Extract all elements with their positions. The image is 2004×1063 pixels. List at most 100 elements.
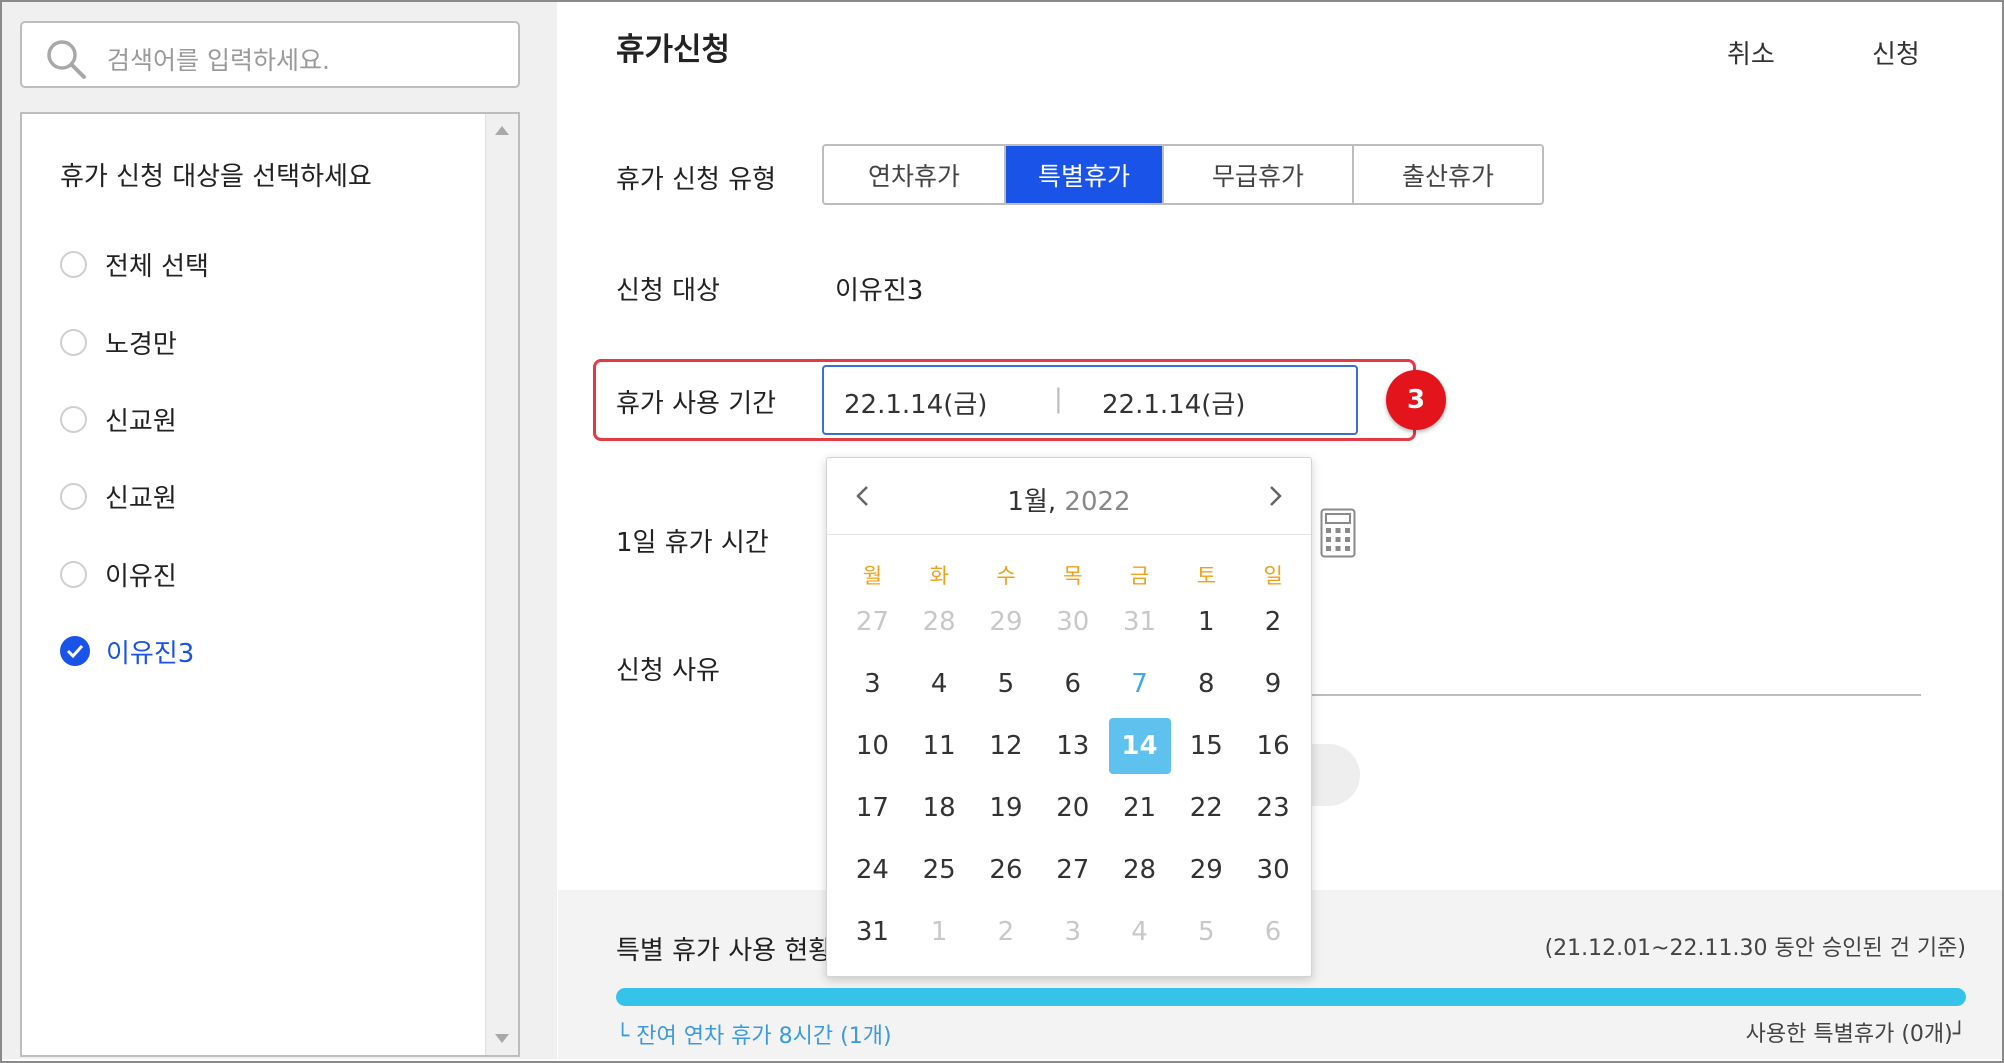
calendar-month: 1월, xyxy=(1007,487,1057,517)
calendar-day[interactable]: 22 xyxy=(1175,780,1237,836)
calendar-day[interactable]: 28 xyxy=(1109,842,1171,898)
calendar-day-outside[interactable]: 6 xyxy=(1242,904,1304,960)
calendar-day-outside[interactable]: 28 xyxy=(908,594,970,650)
calendar-grid: 27 28 29 30 31 1 2 3 4 5 6 7 8 9 10 11 12 13 14 15 16 17 18 19 2… xyxy=(839,594,1307,966)
remaining-leave-text: └ 잔여 연차 휴가 8시간 (1개) xyxy=(616,1024,892,1049)
radio-circle-icon[interactable] xyxy=(60,560,87,588)
target-list: 휴가 신청 대상을 선택하세요 전체 선택 노경만 신교원 신교원 이유진 이유진3 xyxy=(20,112,520,1057)
calendar-day-outside[interactable]: 30 xyxy=(1042,594,1104,650)
start-date[interactable]: 22.1.14(금) xyxy=(844,384,987,421)
radio-circle-icon[interactable] xyxy=(60,328,87,356)
calendar-day[interactable]: 8 xyxy=(1175,656,1237,712)
calendar-day-outside[interactable]: 3 xyxy=(1042,904,1104,960)
radio-item[interactable]: 신교원 xyxy=(60,399,177,439)
calendar-week-row: 17 18 19 20 21 22 23 xyxy=(839,780,1307,842)
radio-label: 이유진 xyxy=(105,561,177,592)
calendar-day[interactable]: 5 xyxy=(975,656,1037,712)
submit-button[interactable]: 신청 xyxy=(1872,34,1920,71)
weekday-label: 금 xyxy=(1129,564,1150,588)
calendar-day[interactable]: 30 xyxy=(1242,842,1304,898)
used-leave-text: 사용한 특별휴가 (0개)┘ xyxy=(1745,1022,1966,1047)
calendar-day[interactable]: 15 xyxy=(1175,718,1237,774)
date-separator: | xyxy=(1054,384,1063,414)
radio-item[interactable]: 신교원 xyxy=(60,476,177,516)
calendar-day[interactable]: 27 xyxy=(1042,842,1104,898)
radio-circle-icon[interactable] xyxy=(60,250,87,278)
calendar-title: 1월, 2022 xyxy=(827,481,1311,518)
radio-item[interactable]: 이유진 xyxy=(60,554,177,594)
end-date[interactable]: 22.1.14(금) xyxy=(1102,384,1245,421)
calendar-day[interactable]: 16 xyxy=(1242,718,1304,774)
step-badge: 3 xyxy=(1386,370,1446,430)
calendar-day[interactable]: 11 xyxy=(908,718,970,774)
reason-input[interactable] xyxy=(1310,694,1921,696)
calendar-day[interactable]: 25 xyxy=(908,842,970,898)
calendar-day-outside[interactable]: 2 xyxy=(975,904,1037,960)
date-range-input[interactable]: 22.1.14(금) | 22.1.14(금) xyxy=(822,365,1358,435)
weekday-label: 목 xyxy=(1063,564,1083,588)
calendar-week-row: 31 1 2 3 4 5 6 xyxy=(839,904,1307,966)
calendar-day[interactable]: 24 xyxy=(841,842,903,898)
calendar-day-outside[interactable]: 31 xyxy=(1109,594,1171,650)
calendar-year: 2022 xyxy=(1064,487,1131,517)
calendar-day[interactable]: 23 xyxy=(1242,780,1304,836)
leave-type-label: 휴가 신청 유형 xyxy=(616,165,777,195)
radio-item[interactable]: 전체 선택 xyxy=(60,244,209,284)
scroll-up-arrow-icon[interactable] xyxy=(495,126,509,135)
scrollbar[interactable] xyxy=(485,114,518,1055)
calendar-day[interactable]: 7 xyxy=(1109,656,1171,712)
calendar-day[interactable]: 31 xyxy=(841,904,903,960)
chevron-right-icon[interactable] xyxy=(1261,482,1289,510)
search-placeholder: 검색어를 입력하세요. xyxy=(107,46,330,75)
weekday-label: 일 xyxy=(1263,564,1283,588)
type-annual-button[interactable]: 연차휴가 xyxy=(824,146,1006,203)
checkmark-icon[interactable] xyxy=(60,636,90,666)
calendar-day[interactable]: 12 xyxy=(975,718,1037,774)
calendar-header: 1월, 2022 xyxy=(827,458,1311,535)
weekday-label: 수 xyxy=(996,564,1016,588)
calendar-day[interactable]: 20 xyxy=(1042,780,1104,836)
leave-type-selector: 연차휴가 특별휴가 무급휴가 출산휴가 xyxy=(822,144,1544,205)
calendar-day-selected[interactable]: 14 xyxy=(1108,718,1171,774)
radio-label: 이유진3 xyxy=(106,638,195,669)
calendar-day[interactable]: 10 xyxy=(841,718,903,774)
calendar-day[interactable]: 13 xyxy=(1042,718,1104,774)
search-input[interactable]: 검색어를 입력하세요. xyxy=(20,21,520,88)
calendar-day[interactable]: 2 xyxy=(1242,594,1304,650)
calendar-day[interactable]: 18 xyxy=(908,780,970,836)
calendar-day-outside[interactable]: 29 xyxy=(975,594,1037,650)
calendar-day[interactable]: 29 xyxy=(1175,842,1237,898)
type-special-button[interactable]: 특별휴가 xyxy=(1006,146,1164,203)
calendar-day-outside[interactable]: 5 xyxy=(1175,904,1237,960)
usage-progress-fill xyxy=(616,988,1966,1006)
calendar-day-outside[interactable]: 1 xyxy=(908,904,970,960)
sidebar: 검색어를 입력하세요. 휴가 신청 대상을 선택하세요 전체 선택 노경만 신교원 신… xyxy=(2,2,557,1059)
type-maternity-button[interactable]: 출산휴가 xyxy=(1354,146,1542,203)
calendar-day[interactable]: 6 xyxy=(1042,656,1104,712)
calendar-week-row: 24 25 26 27 28 29 30 xyxy=(839,842,1307,904)
radio-circle-icon[interactable] xyxy=(60,405,87,433)
calendar-week-row: 10 11 12 13 14 15 16 xyxy=(839,718,1307,780)
type-unpaid-button[interactable]: 무급휴가 xyxy=(1164,146,1354,203)
calendar-weekdays: 월화수목금토일 xyxy=(839,560,1307,590)
calendar-day[interactable]: 21 xyxy=(1109,780,1171,836)
scroll-down-arrow-icon[interactable] xyxy=(495,1034,509,1043)
radio-item[interactable]: 노경만 xyxy=(60,322,177,362)
list-title: 휴가 신청 대상을 선택하세요 xyxy=(60,162,372,192)
calendar-day[interactable]: 17 xyxy=(841,780,903,836)
calendar-day[interactable]: 3 xyxy=(841,656,903,712)
radio-label: 신교원 xyxy=(105,483,177,514)
radio-circle-icon[interactable] xyxy=(60,482,87,510)
calendar-day-outside[interactable]: 27 xyxy=(841,594,903,650)
calendar-day-outside[interactable]: 4 xyxy=(1109,904,1171,960)
calendar-day[interactable]: 19 xyxy=(975,780,1037,836)
calendar-day[interactable]: 9 xyxy=(1242,656,1304,712)
usage-progress-bar xyxy=(616,988,1966,1006)
calendar-day[interactable]: 4 xyxy=(908,656,970,712)
calculator-icon[interactable] xyxy=(1320,508,1356,558)
radio-item[interactable]: 이유진3 xyxy=(60,631,194,671)
weekday-label: 화 xyxy=(929,564,949,588)
calendar-day[interactable]: 1 xyxy=(1175,594,1237,650)
calendar-day[interactable]: 26 xyxy=(975,842,1037,898)
cancel-button[interactable]: 취소 xyxy=(1727,34,1775,71)
